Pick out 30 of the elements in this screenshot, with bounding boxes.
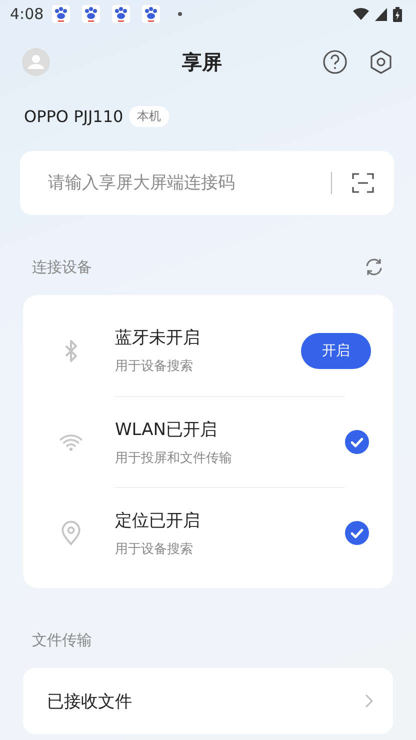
settings-icon[interactable] [368, 49, 394, 75]
permission-description: 用于投屏和文件传输 [115, 450, 233, 466]
local-device-badge: 本机 [129, 106, 170, 127]
device-name: OPPO PJJ110 [24, 107, 124, 126]
scan-icon[interactable] [352, 173, 374, 193]
permission-title: WLAN已开启 [115, 418, 218, 440]
section-title: 文件传输 [32, 630, 92, 650]
permission-description: 用于设备搜索 [115, 358, 194, 375]
more-notifications-dot [178, 12, 182, 16]
permission-description: 用于设备搜索 [115, 540, 194, 558]
wifi-signal-icon [353, 7, 369, 21]
status-time: 4:08 [10, 5, 44, 23]
refresh-icon[interactable] [364, 257, 384, 277]
battery-icon [393, 6, 402, 22]
connect-code-field[interactable]: 请输入享屏大屏端连接码 [46, 172, 311, 194]
row-label: 已接收文件 [47, 690, 133, 712]
cell-signal-icon [375, 8, 387, 20]
paw-icon [82, 5, 100, 23]
paw-icon [112, 5, 130, 23]
received-files-row[interactable]: 已接收文件 [23, 668, 393, 734]
paw-icon [52, 5, 70, 23]
location-pin-icon [59, 520, 83, 546]
enable-button[interactable]: 开启 [301, 332, 371, 368]
permission-title: 定位已开启 [115, 510, 201, 532]
paw-icon [142, 5, 160, 23]
help-icon[interactable] [322, 49, 348, 75]
permission-title: 蓝牙未开启 [115, 327, 201, 349]
app-title: 享屏 [181, 48, 223, 76]
section-title: 连接设备 [32, 258, 92, 276]
chevron-right-icon [365, 694, 373, 708]
